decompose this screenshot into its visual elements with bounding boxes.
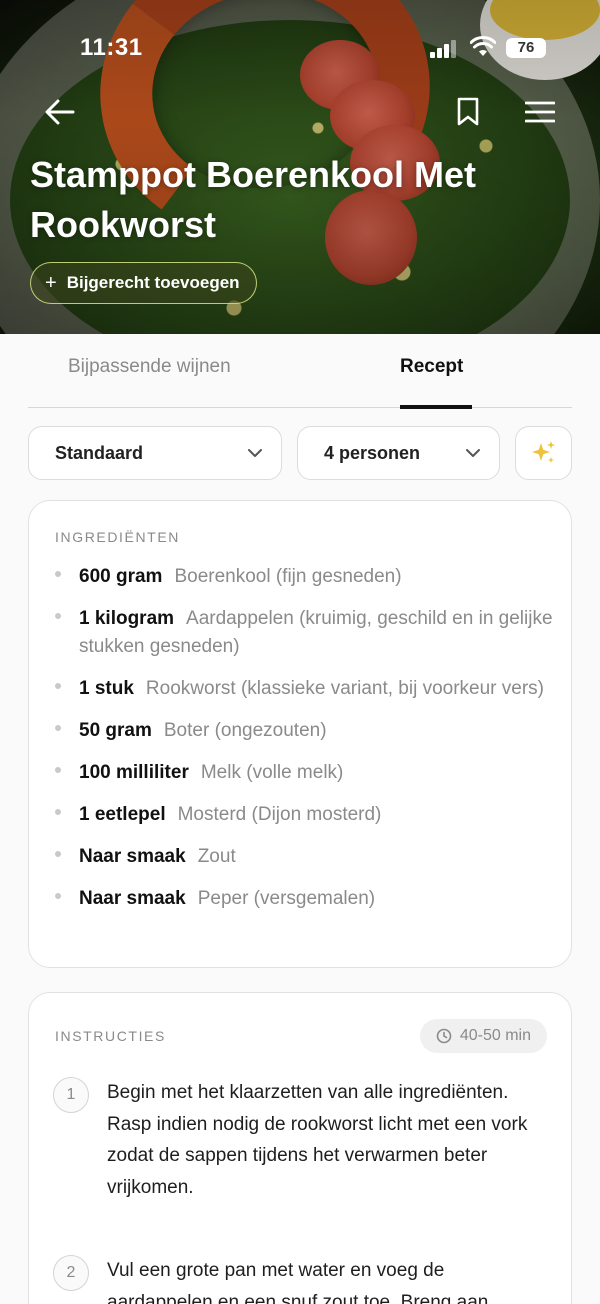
ingredients-card: INGREDIËNTEN 600 gram Boerenkool (fijn ge… (28, 500, 572, 968)
status-bar: 11:31 76 (0, 34, 600, 64)
ingredient-name: Peper (versgemalen) (197, 888, 376, 909)
ingredient-item: 100 milliliter Melk (volle melk) (55, 759, 555, 787)
sparkles-icon (531, 441, 555, 463)
add-side-dish-label: Bijgerecht toevoegen (66, 273, 240, 292)
bullet (55, 851, 61, 857)
ingredient-quantity: 50 gram (79, 720, 152, 741)
wifi-icon (469, 36, 497, 58)
chevron-down-icon (248, 449, 262, 457)
ingredient-quantity: 600 gram (79, 566, 163, 587)
tab-recipe[interactable]: Recept (400, 356, 463, 378)
ingredient-item: Naar smaak Zout (55, 843, 555, 871)
recipe-title: Stamppot Boerenkool Met Rookworst (30, 154, 477, 245)
bullet (55, 767, 61, 773)
ingredient-name: Boter (ongezouten) (163, 720, 327, 741)
ingredient-item: 1 kilogram Aardappelen (kruimig, geschild… (55, 605, 555, 661)
bookmark-button[interactable] (446, 90, 490, 134)
menu-button[interactable] (518, 90, 562, 134)
battery-icon: 76 (506, 38, 546, 58)
step-number: 1 (53, 1077, 89, 1113)
ingredient-item: 1 stuk Rookworst (klassieke variant, bij … (55, 675, 555, 703)
bullet (55, 809, 61, 815)
hamburger-menu-icon (525, 101, 555, 123)
tab-wines[interactable]: Bijpassende wijnen (68, 356, 231, 378)
signal-icon (430, 40, 460, 58)
instructions-card: INSTRUCTIES 40-50 min 1 Begin met het kl… (28, 992, 572, 1304)
bookmark-icon (457, 97, 479, 126)
tab-bar: Bijpassende wijnen Recept (28, 334, 572, 409)
step-text: Begin met het klaarzetten van alle ingre… (107, 1082, 528, 1198)
ingredient-name: Zout (197, 846, 236, 867)
bullet (55, 725, 61, 731)
step-text: Vul een grote pan met water en voeg de a… (107, 1260, 489, 1304)
ingredient-name: Boerenkool (fijn gesneden) (174, 566, 402, 587)
back-button[interactable] (38, 90, 82, 134)
ingredient-name: Mosterd (Dijon mosterd) (177, 804, 382, 825)
ingredient-quantity: 1 stuk (79, 678, 134, 699)
ai-suggest-button[interactable] (515, 426, 572, 480)
ingredient-name: Melk (volle melk) (200, 762, 344, 783)
ingredient-item: 600 gram Boerenkool (fijn gesneden) (55, 563, 555, 591)
ingredient-item: 1 eetlepel Mosterd (Dijon mosterd) (55, 801, 555, 829)
people-select-value: 4 personen (324, 442, 421, 463)
status-time: 11:31 (80, 34, 143, 61)
ingredients-heading: INGREDIËNTEN (55, 529, 180, 545)
people-select[interactable]: 4 personen (297, 426, 500, 480)
style-select[interactable]: Standaard (28, 426, 282, 480)
style-select-value: Standaard (55, 442, 144, 463)
step-number: 2 (53, 1255, 89, 1291)
bullet (55, 613, 61, 619)
bullet (55, 571, 61, 577)
bullet (55, 893, 61, 899)
ingredients-list: 600 gram Boerenkool (fijn gesneden) 1 kil… (55, 563, 555, 927)
plus-icon: + (45, 271, 57, 294)
chevron-down-icon (466, 449, 480, 457)
ingredient-quantity: 1 eetlepel (79, 804, 166, 825)
ingredient-quantity: Naar smaak (79, 846, 186, 867)
bullet (55, 683, 61, 689)
ingredient-quantity: 1 kilogram (79, 608, 175, 629)
add-side-dish-button[interactable]: + Bijgerecht toevoegen (30, 262, 257, 304)
arrow-left-icon (45, 99, 75, 125)
ingredient-quantity: 100 milliliter (79, 762, 189, 783)
active-tab-indicator (400, 405, 472, 409)
ingredient-name: Rookworst (klassieke variant, bij voorke… (145, 678, 544, 699)
duration-badge: 40-50 min (419, 1019, 547, 1053)
duration-text: 40-50 min (459, 1027, 531, 1044)
instructions-heading: INSTRUCTIES (55, 1028, 166, 1044)
ingredient-quantity: Naar smaak (79, 888, 186, 909)
ingredient-item: Naar smaak Peper (versgemalen) (55, 885, 555, 913)
ingredient-item: 50 gram Boter (ongezouten) (55, 717, 555, 745)
clock-icon (436, 1028, 452, 1044)
